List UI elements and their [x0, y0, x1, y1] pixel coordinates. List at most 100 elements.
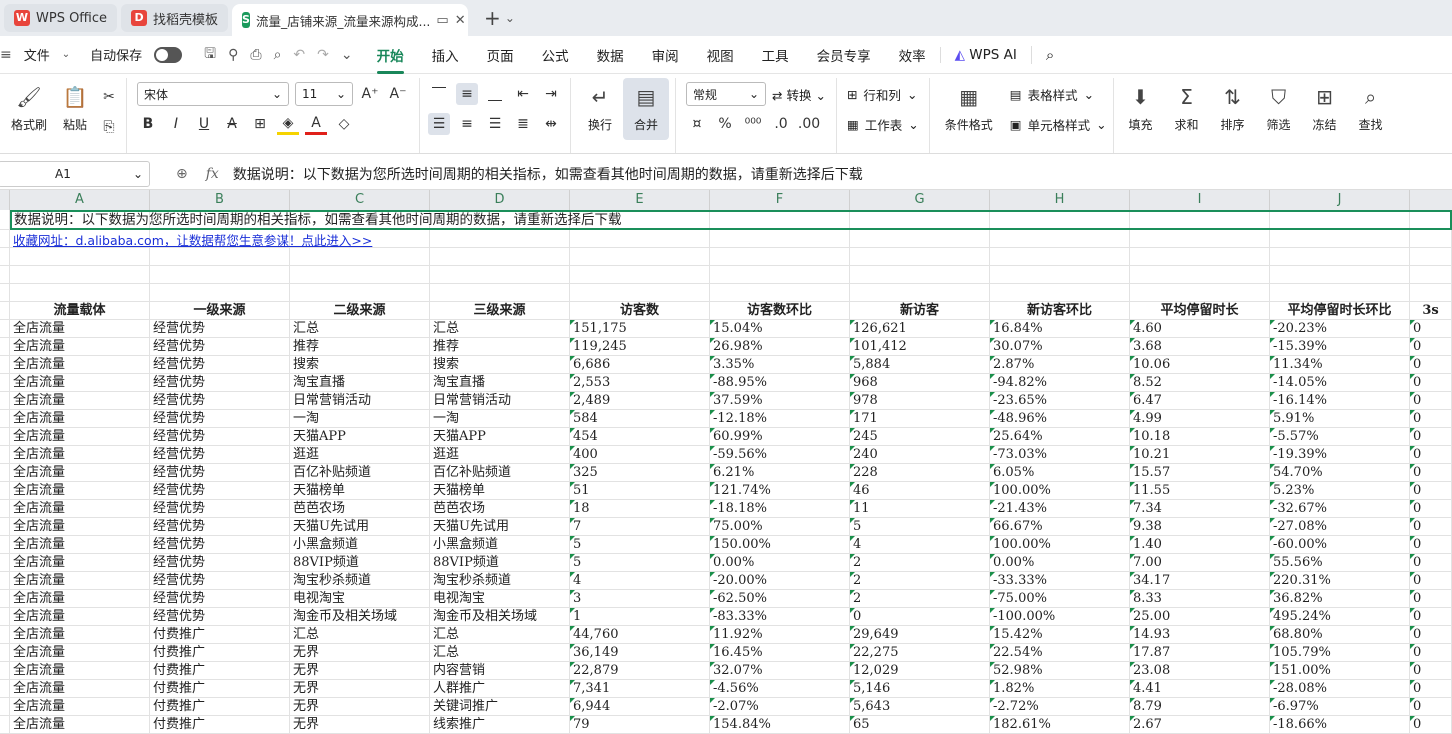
- wrap-button[interactable]: ↵ 换行: [577, 78, 623, 133]
- menu-data[interactable]: 数据: [583, 45, 638, 65]
- menu-member[interactable]: 会员专享: [803, 45, 885, 65]
- table-cell[interactable]: -27.08%: [1270, 518, 1410, 535]
- table-cell[interactable]: 75.00%: [710, 518, 850, 535]
- table-cell[interactable]: 2.87%: [990, 356, 1130, 373]
- table-cell[interactable]: 7.34: [1130, 500, 1270, 517]
- font-size-select[interactable]: 11 ⌄: [295, 82, 353, 106]
- table-cell[interactable]: [1130, 248, 1270, 265]
- table-cell[interactable]: 34.17: [1130, 572, 1270, 589]
- table-cell[interactable]: 付费推广: [150, 698, 290, 715]
- table-cell[interactable]: 0: [1410, 608, 1452, 625]
- table-cell[interactable]: 无界: [290, 716, 430, 733]
- column-header[interactable]: A: [10, 190, 150, 210]
- name-box[interactable]: A1 ⌄: [0, 160, 150, 187]
- table-cell[interactable]: 全店流量: [10, 482, 150, 499]
- table-cell[interactable]: -100.00%: [990, 608, 1130, 625]
- table-cell[interactable]: 芭芭农场: [290, 500, 430, 517]
- table-cell[interactable]: [150, 266, 290, 283]
- table-cell[interactable]: 访客数环比: [710, 302, 850, 319]
- table-cell[interactable]: 119,245: [570, 338, 710, 355]
- table-cell[interactable]: 搜索: [290, 356, 430, 373]
- table-cell[interactable]: 无界: [290, 680, 430, 697]
- table-cell[interactable]: 32.07%: [710, 662, 850, 679]
- table-cell[interactable]: 经营优势: [150, 374, 290, 391]
- table-cell[interactable]: [0, 626, 10, 643]
- table-cell[interactable]: 18: [570, 500, 710, 517]
- table-cell[interactable]: 44,760: [570, 626, 710, 643]
- table-cell[interactable]: 逛逛: [290, 446, 430, 463]
- table-cell[interactable]: 0: [1410, 644, 1452, 661]
- table-cell[interactable]: 88VIP频道: [430, 554, 570, 571]
- table-cell[interactable]: 3s: [1410, 302, 1452, 319]
- chevron-down-icon[interactable]: ⌄: [341, 47, 353, 63]
- table-cell[interactable]: 一淘: [430, 410, 570, 427]
- align-right-icon[interactable]: ☰: [484, 113, 506, 135]
- table-cell[interactable]: 0.00%: [710, 554, 850, 571]
- table-cell[interactable]: 全店流量: [10, 554, 150, 571]
- table-cell[interactable]: [430, 248, 570, 265]
- table-cell[interactable]: 11.34%: [1270, 356, 1410, 373]
- table-cell[interactable]: -18.66%: [1270, 716, 1410, 733]
- table-cell[interactable]: 17.87: [1130, 644, 1270, 661]
- table-cell[interactable]: 芭芭农场: [430, 500, 570, 517]
- table-cell[interactable]: 全店流量: [10, 356, 150, 373]
- table-cell[interactable]: 日常营销活动: [290, 392, 430, 409]
- table-cell[interactable]: 全店流量: [10, 698, 150, 715]
- table-cell[interactable]: [0, 266, 10, 283]
- table-cell[interactable]: 101,412: [850, 338, 990, 355]
- table-cell[interactable]: 46: [850, 482, 990, 499]
- table-cell[interactable]: 电视淘宝: [430, 590, 570, 607]
- table-cell[interactable]: 百亿补贴频道: [290, 464, 430, 481]
- table-cell[interactable]: 天猫榜单: [290, 482, 430, 499]
- table-cell[interactable]: 7: [570, 518, 710, 535]
- table-cell[interactable]: 495.24%: [1270, 608, 1410, 625]
- table-cell[interactable]: 584: [570, 410, 710, 427]
- table-cell[interactable]: 2: [850, 572, 990, 589]
- formula-input[interactable]: 数据说明：以下数据为您所选时间周期的相关指标，如需查看其他时间周期的数据，请重新…: [233, 164, 863, 184]
- table-cell[interactable]: 0: [1410, 662, 1452, 679]
- table-cell[interactable]: 新访客: [850, 302, 990, 319]
- table-cell[interactable]: 全店流量: [10, 536, 150, 553]
- table-cell[interactable]: 36,149: [570, 644, 710, 661]
- find-button[interactable]: ⌕ 查找: [1348, 78, 1394, 133]
- table-cell[interactable]: 汇总: [290, 320, 430, 337]
- table-cell[interactable]: 126,621: [850, 320, 990, 337]
- table-cell[interactable]: 4.60: [1130, 320, 1270, 337]
- table-cell[interactable]: 全店流量: [10, 410, 150, 427]
- table-cell[interactable]: 汇总: [430, 644, 570, 661]
- table-cell[interactable]: 68.80%: [1270, 626, 1410, 643]
- table-cell[interactable]: -16.14%: [1270, 392, 1410, 409]
- table-cell[interactable]: 22,275: [850, 644, 990, 661]
- table-cell[interactable]: [0, 284, 10, 301]
- column-header[interactable]: G: [850, 190, 990, 210]
- cell-style-button[interactable]: ▣ 单元格样式 ⌄: [1010, 110, 1107, 138]
- column-header[interactable]: E: [570, 190, 710, 210]
- table-cell[interactable]: 日常营销活动: [430, 392, 570, 409]
- table-cell[interactable]: 30.07%: [990, 338, 1130, 355]
- table-cell[interactable]: 37.59%: [710, 392, 850, 409]
- table-cell[interactable]: 0: [1410, 392, 1452, 409]
- table-cell[interactable]: 15.57: [1130, 464, 1270, 481]
- table-cell[interactable]: -23.65%: [990, 392, 1130, 409]
- table-cell[interactable]: 0: [1410, 410, 1452, 427]
- table-cell[interactable]: 天猫榜单: [430, 482, 570, 499]
- table-cell[interactable]: -2.07%: [710, 698, 850, 715]
- table-cell[interactable]: 无界: [290, 644, 430, 661]
- table-cell[interactable]: 经营优势: [150, 338, 290, 355]
- align-left-icon[interactable]: ☰: [428, 113, 450, 135]
- table-cell[interactable]: [0, 210, 10, 229]
- table-cell[interactable]: 325: [570, 464, 710, 481]
- table-cell[interactable]: [0, 662, 10, 679]
- table-cell[interactable]: 经营优势: [150, 572, 290, 589]
- table-cell[interactable]: 5.91%: [1270, 410, 1410, 427]
- table-cell[interactable]: 经营优势: [150, 536, 290, 553]
- table-cell[interactable]: 182.61%: [990, 716, 1130, 733]
- table-cell[interactable]: 0: [1410, 554, 1452, 571]
- share-icon[interactable]: ⚲: [228, 47, 238, 63]
- file-menu[interactable]: 文件: [24, 45, 50, 64]
- table-cell[interactable]: 访客数: [570, 302, 710, 319]
- table-cell[interactable]: -83.33%: [710, 608, 850, 625]
- menu-wps-ai[interactable]: ◭ WPS AI: [939, 46, 1031, 63]
- table-cell[interactable]: 内容营销: [430, 662, 570, 679]
- table-cell[interactable]: [290, 284, 430, 301]
